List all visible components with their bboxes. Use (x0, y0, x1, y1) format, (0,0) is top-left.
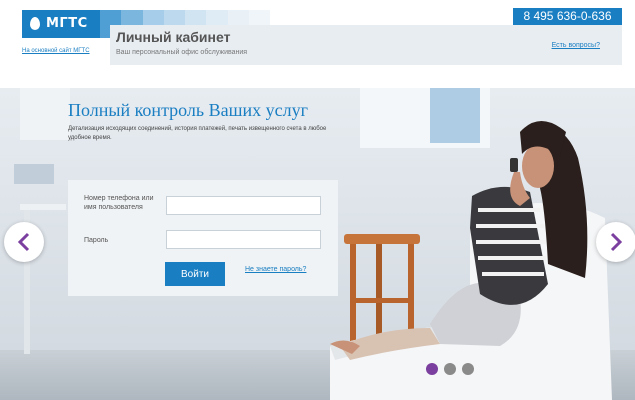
carousel-dot[interactable] (462, 363, 474, 375)
hero-description: Детализация исходящих соединений, истори… (68, 126, 327, 141)
phone-input[interactable] (166, 196, 321, 215)
password-input[interactable] (166, 230, 321, 249)
login-form: Номер телефона или имя пользователя Паро… (68, 180, 338, 296)
mgts-egg-icon (30, 17, 40, 30)
brand-logo-text: МГТС (46, 16, 88, 31)
brand-logo[interactable]: МГТС (22, 10, 100, 38)
hero-heading: Полный контроль Ваших услуг (68, 100, 308, 120)
main-site-link[interactable]: На основной сайт МГТС (22, 48, 90, 54)
hero-banner: Полный контроль Ваших услуг Детализация … (0, 88, 635, 400)
login-button[interactable]: Войти (165, 262, 225, 286)
carousel-prev-button[interactable] (4, 222, 44, 262)
faq-link[interactable]: Есть вопросы? (552, 42, 600, 49)
carousel-next-button[interactable] (596, 222, 635, 262)
password-label: Пароль (84, 237, 109, 244)
page-title: Личный кабинет (116, 29, 231, 45)
header-bar: Личный кабинет Ваш персональный офис обс… (110, 25, 622, 65)
chevron-left-icon (17, 232, 30, 252)
carousel-indicators (426, 363, 474, 375)
phone-number-badge: 8 495 636-0-636 (513, 8, 622, 25)
forgot-password-link[interactable]: Не знаете пароль? (245, 266, 306, 273)
chevron-right-icon (610, 232, 623, 252)
page-subtitle: Ваш персональный офис обслуживания (116, 49, 248, 56)
phone-label: Номер телефона или имя пользователя (84, 195, 154, 211)
carousel-dot[interactable] (426, 363, 438, 375)
carousel-dot[interactable] (444, 363, 456, 375)
